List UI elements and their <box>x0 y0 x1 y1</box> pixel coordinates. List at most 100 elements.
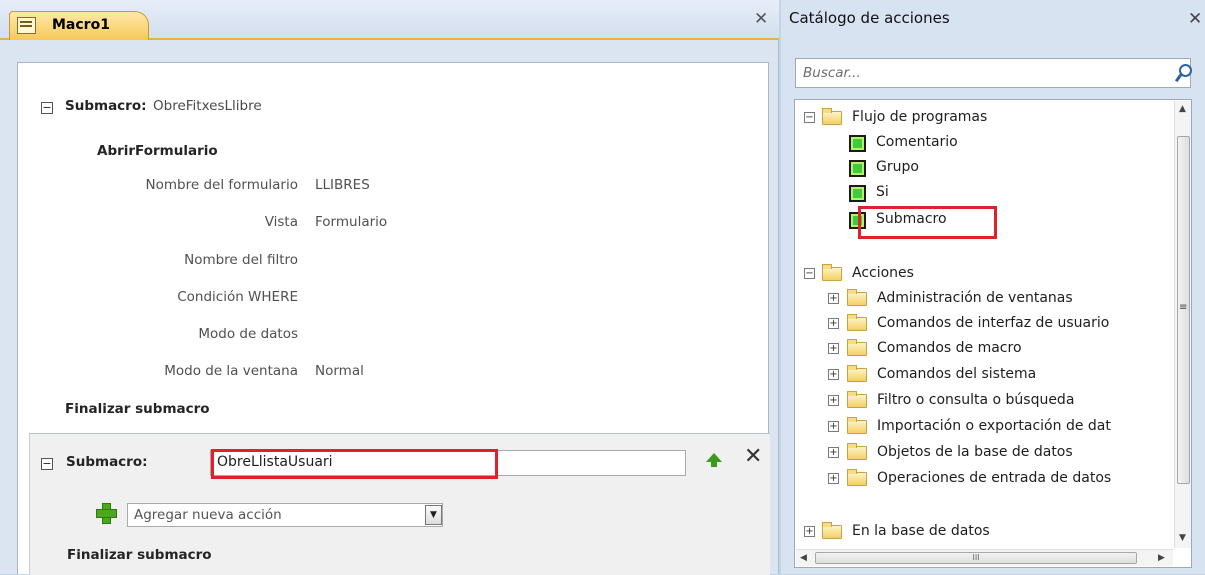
tree-subgroup-label: Filtro o consulta o búsqueda <box>877 392 1075 408</box>
tree-subgroup-label: Comandos de interfaz de usuario <box>877 315 1110 331</box>
scroll-right-icon[interactable]: ▶ <box>1158 553 1165 563</box>
tree-subgroup[interactable]: + Objetos de la base de datos <box>795 443 1165 465</box>
tree-item[interactable]: Comentario <box>795 133 1165 155</box>
arg-label: Modo de la ventana <box>164 363 298 379</box>
tree-item[interactable]: Grupo <box>795 158 1165 180</box>
scroll-up-icon[interactable]: ▲ <box>1179 104 1186 114</box>
submacro2-keyword: Submacro: <box>66 454 148 470</box>
action-tree: − Flujo de programas Comentario Grupo Si… <box>794 99 1192 568</box>
expand-icon[interactable]: + <box>804 526 815 537</box>
macro-designer-pane: Macro1 ✕ − Submacro: ObreFitxesLlibre Ab… <box>0 0 779 575</box>
folder-icon <box>847 339 867 356</box>
arg-label: Condición WHERE <box>177 289 298 305</box>
folder-icon <box>847 289 867 306</box>
expand-icon[interactable]: + <box>828 395 839 406</box>
end-submacro1-label: Finalizar submacro <box>65 401 210 417</box>
tab-title: Macro1 <box>52 17 110 33</box>
horizontal-scrollbar[interactable]: ◀ III ▶ <box>796 549 1173 566</box>
tree-item-label: Grupo <box>876 159 919 175</box>
tree-subgroup-label: Operaciones de entrada de datos <box>877 470 1112 486</box>
horizontal-scroll-thumb[interactable]: III <box>815 552 1137 564</box>
search-input[interactable] <box>797 60 1157 86</box>
tree-group-base-datos[interactable]: + En la base de datos <box>795 522 1165 544</box>
submacro2-block[interactable]: − Submacro: ObreLlistaUsuari ✕ Agregar n… <box>29 433 770 575</box>
expand-icon[interactable]: + <box>828 293 839 304</box>
collapse-icon[interactable]: − <box>804 112 815 123</box>
tree-subgroup[interactable]: + Operaciones de entrada de datos <box>795 469 1165 491</box>
action-icon <box>849 160 866 177</box>
collapse-icon[interactable]: − <box>804 268 815 279</box>
add-action-icon <box>96 503 117 524</box>
catalog-search <box>795 58 1192 88</box>
folder-icon <box>847 443 867 460</box>
move-up-icon-stem <box>711 461 717 467</box>
folder-icon <box>847 391 867 408</box>
tree-item-label: Comentario <box>876 134 958 150</box>
vertical-scrollbar[interactable]: ▲ ≡ ▼ <box>1174 101 1191 548</box>
vertical-scroll-thumb[interactable]: ≡ <box>1177 136 1190 484</box>
tree-item[interactable]: Si <box>795 183 1165 205</box>
expand-icon[interactable]: + <box>828 343 839 354</box>
tree-subgroup[interactable]: + Filtro o consulta o búsqueda <box>795 391 1165 413</box>
folder-icon <box>847 365 867 382</box>
tree-subgroup-label: Comandos de macro <box>877 340 1022 356</box>
tree-subgroup[interactable]: + Comandos de interfaz de usuario <box>795 314 1165 336</box>
arg-label: Vista <box>264 214 298 230</box>
collapse-submacro2-icon[interactable]: − <box>41 458 53 470</box>
folder-icon <box>847 314 867 331</box>
expand-icon[interactable]: + <box>828 318 839 329</box>
document-tab-strip: Macro1 ✕ <box>0 0 779 40</box>
tree-group-label: En la base de datos <box>852 523 990 539</box>
macro-design-surface: − Submacro: ObreFitxesLlibre AbrirFormul… <box>17 62 770 575</box>
close-document-icon[interactable]: ✕ <box>754 9 768 29</box>
arg-value[interactable]: Normal <box>315 363 364 379</box>
tree-group-label: Acciones <box>852 265 914 281</box>
expand-icon[interactable]: + <box>828 473 839 484</box>
tree-subgroup[interactable]: + Importación o exportación de dat <box>795 417 1165 439</box>
submacro1-name[interactable]: ObreFitxesLlibre <box>153 98 262 114</box>
expand-icon[interactable]: + <box>828 369 839 380</box>
arg-label: Nombre del filtro <box>184 252 298 268</box>
red-highlight-box <box>211 449 498 479</box>
tree-subgroup-label: Administración de ventanas <box>877 290 1073 306</box>
expand-icon[interactable]: + <box>828 421 839 432</box>
arg-value[interactable]: LLIBRES <box>315 177 370 193</box>
tree-subgroup[interactable]: + Comandos del sistema <box>795 365 1165 387</box>
action-name[interactable]: AbrirFormulario <box>97 143 218 159</box>
scroll-grip-icon: ≡ <box>1179 302 1188 313</box>
tree-group-acciones[interactable]: − Acciones <box>795 264 1165 286</box>
action-icon <box>849 185 866 202</box>
folder-icon <box>847 469 867 486</box>
folder-icon <box>822 264 842 281</box>
arg-label: Nombre del formulario <box>145 177 298 193</box>
folder-icon <box>822 108 842 125</box>
end-submacro2-label: Finalizar submacro <box>67 547 212 563</box>
expand-icon[interactable]: + <box>828 447 839 458</box>
macro-icon <box>17 17 36 34</box>
close-catalog-icon[interactable]: ✕ <box>1188 9 1202 29</box>
action-catalog-pane: Catálogo de acciones ✕ − Flujo de progra… <box>781 0 1205 574</box>
macro1-tab[interactable]: Macro1 <box>9 11 149 40</box>
red-highlight-box <box>858 206 997 239</box>
folder-icon <box>847 417 867 434</box>
action-icon <box>849 135 866 152</box>
scroll-down-icon[interactable]: ▼ <box>1179 533 1186 543</box>
search-icon[interactable] <box>1174 63 1192 83</box>
tree-subgroup-label: Comandos del sistema <box>877 366 1037 382</box>
dropdown-arrow-icon[interactable]: ▼ <box>425 505 442 525</box>
catalog-title: Catálogo de acciones <box>789 9 950 27</box>
add-action-combobox[interactable]: Agregar nueva acción <box>127 503 443 527</box>
collapse-submacro1-icon[interactable]: − <box>41 102 53 114</box>
tree-subgroup-label: Importación o exportación de dat <box>877 418 1111 434</box>
submacro1-keyword: Submacro: <box>65 98 147 114</box>
tree-subgroup-label: Objetos de la base de datos <box>877 444 1073 460</box>
delete-icon[interactable]: ✕ <box>744 444 762 469</box>
tree-subgroup[interactable]: + Comandos de macro <box>795 339 1165 361</box>
arg-value[interactable]: Formulario <box>315 214 387 230</box>
scroll-left-icon[interactable]: ◀ <box>800 553 807 563</box>
tree-group-label: Flujo de programas <box>852 109 988 125</box>
tree-group-flujo[interactable]: − Flujo de programas <box>795 108 1165 130</box>
tree-subgroup[interactable]: + Administración de ventanas <box>795 289 1165 311</box>
folder-icon <box>822 522 842 539</box>
tree-item-label: Si <box>876 184 889 200</box>
